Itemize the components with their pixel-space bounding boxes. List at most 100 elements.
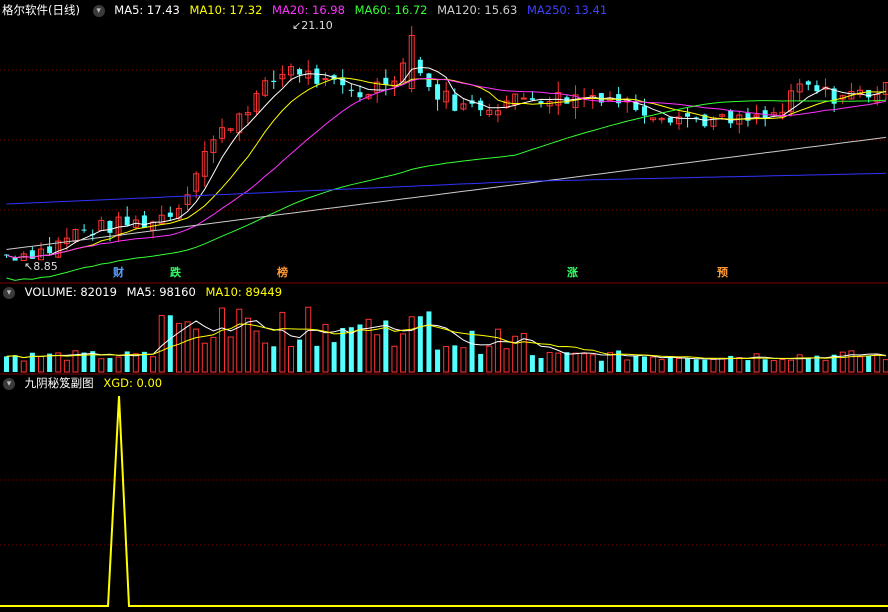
volume-bar bbox=[624, 359, 631, 373]
volume-bar bbox=[581, 353, 588, 373]
volume-bar bbox=[805, 357, 811, 372]
volume-bar bbox=[227, 336, 234, 373]
indicator-header: ▾ 九阴秘笈副图 XGD: 0.00 bbox=[0, 373, 168, 393]
event-tag-finance[interactable]: 财 bbox=[111, 266, 126, 280]
volume-bar bbox=[193, 328, 200, 373]
volume-bar bbox=[658, 359, 665, 373]
volume-label[interactable]: VOLUME: 82019 bbox=[25, 285, 117, 299]
volume-header: ▾ VOLUME: 82019 MA5: 98160 MA10: 89449 bbox=[0, 282, 288, 302]
ma10-label: MA10: 17.32 bbox=[189, 3, 263, 17]
volume-bar bbox=[675, 357, 682, 373]
volume-bar bbox=[745, 360, 751, 372]
candle-body bbox=[452, 94, 458, 111]
volume-bar bbox=[262, 342, 269, 373]
volume-bar bbox=[796, 354, 803, 373]
volume-bar bbox=[132, 353, 139, 373]
volume-bar bbox=[719, 357, 726, 373]
volume-bar bbox=[606, 352, 613, 373]
volume-bar bbox=[667, 357, 673, 372]
volume-bar bbox=[486, 345, 493, 373]
volume-bar bbox=[340, 328, 346, 372]
candle-body bbox=[141, 215, 147, 228]
candle-body bbox=[107, 220, 113, 233]
volume-bar bbox=[98, 358, 105, 373]
event-tag-ranking-label: 榜 bbox=[277, 266, 288, 279]
stock-chart-canvas[interactable] bbox=[0, 0, 888, 612]
event-tag-fall[interactable]: 跌 bbox=[168, 266, 183, 280]
volume-bar bbox=[572, 352, 579, 373]
event-tag-fall-label: 跌 bbox=[170, 266, 181, 279]
stock-title[interactable]: 格尔软件(日线) bbox=[2, 3, 80, 17]
volume-bar bbox=[822, 359, 829, 373]
event-tag-rise[interactable]: 涨 bbox=[565, 266, 580, 280]
candle-body bbox=[685, 113, 691, 117]
volume-bar bbox=[37, 356, 44, 373]
candle-body bbox=[348, 89, 354, 91]
candle-body bbox=[417, 59, 423, 74]
volume-bar bbox=[297, 339, 303, 372]
volume-bar bbox=[589, 354, 596, 373]
candle-body bbox=[47, 246, 53, 254]
ma250-label: MA250: 13.41 bbox=[526, 3, 608, 17]
ma60-line bbox=[6, 99, 886, 281]
volume-ma5-label: MA5: 98160 bbox=[126, 285, 196, 299]
xgd-label: XGD: 0.00 bbox=[103, 376, 163, 390]
event-tag-finance-label: 财 bbox=[113, 266, 124, 279]
volume-bar bbox=[736, 357, 743, 373]
volume-bar bbox=[357, 324, 363, 372]
volume-bar bbox=[244, 317, 251, 373]
volume-bar bbox=[685, 358, 691, 372]
volume-bar bbox=[426, 311, 432, 372]
candle-body bbox=[728, 110, 734, 124]
high-price-value: 21.10 bbox=[301, 19, 333, 32]
volume-bar bbox=[882, 359, 888, 373]
volume-bar bbox=[779, 358, 786, 373]
ma250-line bbox=[6, 172, 886, 205]
candle-body bbox=[641, 106, 647, 116]
ma20-label: MA20: 16.98 bbox=[272, 3, 345, 17]
volume-bar bbox=[633, 356, 639, 372]
volume-bar bbox=[184, 321, 191, 373]
chevron-down-icon[interactable]: ▾ bbox=[92, 4, 105, 17]
volume-bar bbox=[443, 346, 450, 373]
volume-bar bbox=[417, 316, 423, 372]
volume-bar bbox=[702, 359, 708, 372]
chevron-down-icon[interactable]: ▾ bbox=[3, 286, 15, 299]
volume-bar bbox=[115, 356, 122, 373]
ma120-line bbox=[6, 136, 886, 250]
volume-bar bbox=[650, 356, 657, 373]
volume-bar bbox=[201, 342, 208, 373]
volume-bar bbox=[210, 336, 217, 373]
chevron-down-icon[interactable]: ▾ bbox=[3, 377, 15, 390]
volume-bar bbox=[555, 352, 562, 373]
candle-body bbox=[271, 80, 277, 82]
candle-body bbox=[520, 97, 527, 100]
volume-bar bbox=[279, 311, 286, 373]
candle-body bbox=[124, 216, 130, 226]
volume-bar bbox=[839, 351, 846, 373]
volume-bar bbox=[29, 352, 35, 372]
candle-body bbox=[814, 85, 820, 92]
candle-body bbox=[866, 89, 872, 98]
candle-body bbox=[314, 68, 320, 84]
volume-bar bbox=[469, 330, 475, 372]
ma60-label: MA60: 16.72 bbox=[354, 3, 428, 17]
volume-bar bbox=[770, 359, 777, 373]
event-tag-forecast-label: 预 bbox=[717, 266, 728, 279]
candle-body bbox=[435, 84, 441, 100]
candle-body bbox=[667, 117, 673, 123]
event-tag-ranking[interactable]: 榜 bbox=[275, 266, 290, 280]
volume-bar bbox=[478, 353, 484, 372]
volume-bar bbox=[167, 315, 173, 372]
volume-bar bbox=[219, 307, 226, 373]
volume-bar bbox=[150, 356, 157, 373]
volume-bar bbox=[538, 358, 544, 372]
event-tag-forecast[interactable]: 预 bbox=[715, 266, 730, 280]
volume-bar bbox=[331, 342, 337, 372]
volume-bar bbox=[857, 356, 864, 373]
volume-bar bbox=[788, 359, 795, 373]
candle-body bbox=[383, 77, 389, 85]
volume-bar bbox=[546, 351, 553, 373]
volume-bar bbox=[753, 353, 760, 373]
indicator-title[interactable]: 九阴秘笈副图 bbox=[25, 376, 94, 390]
